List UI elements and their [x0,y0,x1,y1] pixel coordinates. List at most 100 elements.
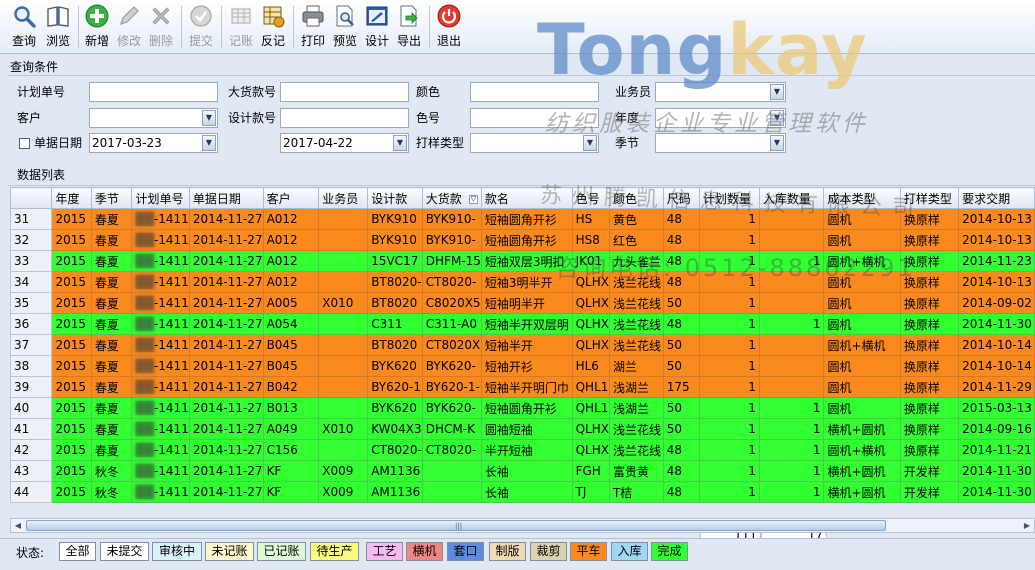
table-cell[interactable] [758,271,825,293]
table-cell[interactable]: ██-1411 [131,376,190,398]
table-cell[interactable]: 2015-03-13 [958,397,1035,419]
table-cell[interactable] [318,355,369,377]
table-cell[interactable]: 50 [662,334,700,356]
sample-type-select[interactable]: ▼ [470,133,599,153]
table-cell[interactable]: 1 [758,313,825,335]
row-number[interactable]: 41 [9,418,53,440]
table-cell[interactable]: ██-1411 [131,271,190,293]
table-cell[interactable]: 15VC17 [367,250,423,272]
table-cell[interactable]: BYK620 [367,355,423,377]
status-filter-button[interactable]: 已记账 [257,542,306,561]
table-cell[interactable]: 2014-10-14 [958,334,1035,356]
table-cell[interactable]: ██-1411 [131,208,190,230]
table-cell[interactable]: 2014-10-14 [958,355,1035,377]
table-cell[interactable]: 2015 [51,313,92,335]
table-cell[interactable]: A005 [262,292,320,314]
column-header[interactable]: 计划单号 [131,187,190,209]
column-header[interactable]: 尺码 [662,187,700,209]
table-cell[interactable]: 48 [662,229,700,251]
table-cell[interactable]: QLHX [571,292,610,314]
table-cell[interactable]: 2015 [51,271,92,293]
table-cell[interactable]: 湖兰 [608,355,664,377]
table-cell[interactable]: ██-1411 [131,439,190,461]
table-row[interactable]: 43 2015 秋冬 ██-1411 2014-11-27 KF X009 AM1136 长袖 F… [9,460,1035,482]
exit-button[interactable]: 退出 [432,2,466,52]
row-number[interactable]: 43 [9,460,53,482]
table-cell[interactable]: 开发样 [899,460,960,482]
chevron-down-icon[interactable]: ▼ [583,135,597,151]
table-cell[interactable]: 换原样 [899,397,960,419]
table-cell[interactable]: 半开短袖 [480,439,573,461]
year-select[interactable]: ▼ [655,108,786,128]
table-cell[interactable]: 春夏 [90,271,133,293]
column-header[interactable]: 款名 [480,187,573,209]
table-cell[interactable]: B042 [262,376,320,398]
table-cell[interactable]: 圆机 [823,355,901,377]
reverse-ledger-button[interactable]: 反记 [256,2,290,52]
table-row[interactable]: 40 2015 春夏 ██-1411 2014-11-27 B013 BYK620 BYK62… [9,397,1035,419]
table-cell[interactable] [318,334,369,356]
table-cell[interactable]: 浅兰花线 [608,439,664,461]
table-cell[interactable]: 横机+圆机 [823,460,901,482]
table-cell[interactable]: 红色 [608,229,664,251]
table-row[interactable]: 33 2015 春夏 ██-1411 2014-11-27 A012 15VC17 DHFM-… [9,250,1035,272]
table-cell[interactable]: 秋冬 [90,481,133,503]
table-cell[interactable]: 1 [758,439,825,461]
table-cell[interactable]: X009 [318,481,369,503]
table-cell[interactable]: 2014-11-27 [188,229,264,251]
table-cell[interactable]: BT8020 [367,292,423,314]
table-cell[interactable]: 九头雀兰 [608,250,664,272]
column-header[interactable]: 要求交期 [958,187,1035,209]
table-cell[interactable]: 圆机 [823,271,901,293]
table-cell[interactable]: QLHX [571,439,610,461]
table-cell[interactable]: ██-1411 [131,250,190,272]
status-filter-button[interactable]: 审核中 [152,542,202,561]
table-cell[interactable]: 2015 [51,397,92,419]
table-cell[interactable]: C311 [367,313,423,335]
table-cell[interactable]: A012 [262,271,320,293]
table-cell[interactable]: 2014-11-27 [188,481,264,503]
table-cell[interactable]: 春夏 [90,292,133,314]
table-cell[interactable]: 2015 [51,481,92,503]
table-cell[interactable] [758,376,825,398]
table-cell[interactable]: TJ [571,481,610,503]
table-cell[interactable]: QHL1 [571,376,610,398]
table-cell[interactable]: B045 [262,355,320,377]
table-cell[interactable]: 春夏 [90,376,133,398]
column-header-bulk[interactable]: ▽ 大货款 [421,187,482,209]
table-cell[interactable]: 1 [698,439,760,461]
table-cell[interactable]: 1 [698,229,760,251]
table-cell[interactable]: 1 [698,271,760,293]
table-cell[interactable]: 50 [662,418,700,440]
table-cell[interactable]: 1 [698,355,760,377]
table-row[interactable]: 31 2015 春夏 ██-1411 2014-11-27 A012 BYK910 BYK91… [9,208,1035,230]
column-header[interactable]: 设计款 [367,187,423,209]
table-cell[interactable]: 2014-11-27 [188,250,264,272]
table-cell[interactable]: 2015 [51,208,92,230]
table-cell[interactable]: BYK910- [421,208,482,230]
table-cell[interactable]: ██-1411 [131,229,190,251]
table-cell[interactable]: 短袖半开双层明 [480,313,573,335]
table-cell[interactable]: 短袖半开 [480,334,573,356]
table-cell[interactable]: 短袖圆角开衫 [480,208,573,230]
horizontal-scrollbar[interactable]: ◀ ||| ▶ [10,518,1035,533]
table-cell[interactable] [758,208,825,230]
status-filter-button[interactable]: 入库 [611,542,648,561]
table-row[interactable]: 41 2015 春夏 ██-1411 2014-11-27 A049 X010 KW04X3 D… [9,418,1035,440]
table-cell[interactable]: 横机+圆机 [823,481,901,503]
table-cell[interactable]: 2014-11-27 [188,208,264,230]
table-cell[interactable]: 春夏 [90,334,133,356]
design-button[interactable]: 设计 [360,2,394,52]
table-cell[interactable]: 2014-10-13 [958,208,1035,230]
table-cell[interactable]: 圆机 [823,313,901,335]
table-cell[interactable]: 2015 [51,460,92,482]
table-cell[interactable]: 1 [698,460,760,482]
row-number[interactable]: 37 [9,334,53,356]
table-cell[interactable]: CT8020- [367,439,423,461]
table-cell[interactable]: 浅兰花线 [608,313,664,335]
table-cell[interactable]: KF [262,481,320,503]
row-number[interactable]: 34 [9,271,53,293]
table-cell[interactable]: 横机+圆机 [823,418,901,440]
table-cell[interactable]: A054 [262,313,320,335]
table-cell[interactable] [318,271,369,293]
